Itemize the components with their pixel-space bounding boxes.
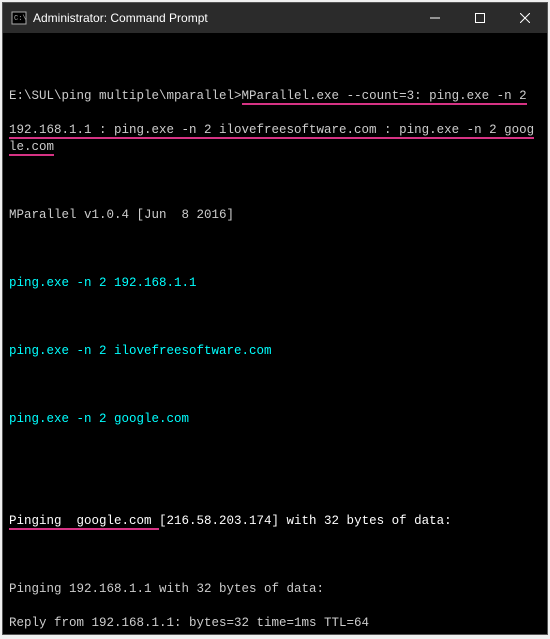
window-controls: [412, 3, 547, 33]
ping-google-header: Pinging google.com [216.58.203.174] with…: [9, 513, 541, 530]
block1-l1: Pinging 192.168.1.1 with 32 bytes of dat…: [9, 581, 541, 598]
window-title: Administrator: Command Prompt: [33, 11, 412, 25]
prompt-path: E:\SUL\ping multiple\mparallel>: [9, 89, 242, 103]
titlebar[interactable]: C:\ Administrator: Command Prompt: [3, 3, 547, 33]
block1-l2: Reply from 192.168.1.1: bytes=32 time=1m…: [9, 615, 541, 632]
echo-3: ping.exe -n 2 google.com: [9, 411, 541, 428]
cmd-icon: C:\: [11, 10, 27, 26]
svg-text:C:\: C:\: [14, 15, 27, 23]
minimize-button[interactable]: [412, 3, 457, 33]
terminal-output[interactable]: E:\SUL\ping multiple\mparallel>MParallel…: [3, 33, 547, 634]
prompt-line: E:\SUL\ping multiple\mparallel>MParallel…: [9, 88, 541, 105]
echo-2: ping.exe -n 2 ilovefreesoftware.com: [9, 343, 541, 360]
close-button[interactable]: [502, 3, 547, 33]
command-part1: MParallel.exe --count=3: ping.exe -n 2: [242, 89, 527, 105]
maximize-button[interactable]: [457, 3, 502, 33]
command-part2: 192.168.1.1 : ping.exe -n 2 ilovefreesof…: [9, 123, 534, 156]
terminal-window: C:\ Administrator: Command Prompt E:\SUL…: [2, 2, 548, 635]
command-line2: 192.168.1.1 : ping.exe -n 2 ilovefreesof…: [9, 122, 541, 156]
echo-1: ping.exe -n 2 192.168.1.1: [9, 275, 541, 292]
banner-line: MParallel v1.0.4 [Jun 8 2016]: [9, 207, 541, 224]
